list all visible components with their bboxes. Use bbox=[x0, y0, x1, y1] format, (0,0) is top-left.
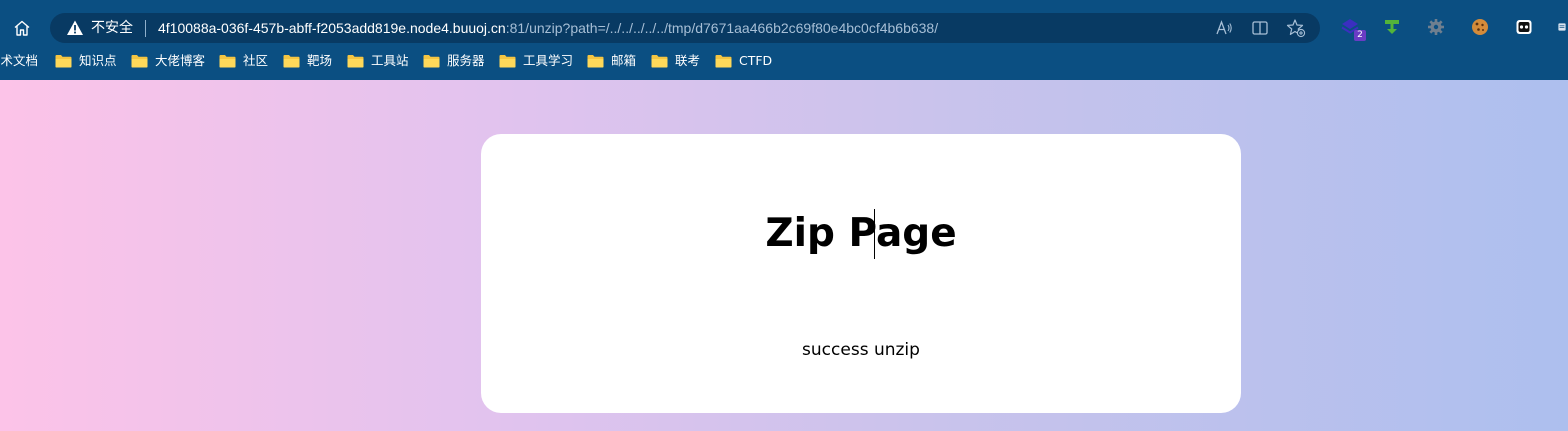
folder-icon bbox=[283, 55, 300, 68]
home-button[interactable] bbox=[8, 14, 36, 42]
folder-icon bbox=[651, 55, 668, 68]
folder-icon bbox=[55, 55, 72, 68]
folder-icon bbox=[499, 55, 516, 68]
stack-extension-button[interactable]: 2 bbox=[1338, 15, 1366, 41]
url-text[interactable]: 4f10088a-036f-457b-abff-f2053add819e.nod… bbox=[158, 19, 938, 37]
add-favorite-button[interactable] bbox=[1286, 18, 1306, 38]
browser-toolbar: 不安全 4f10088a-036f-457b-abff-f2053add819e… bbox=[0, 12, 1568, 44]
bookmark-label: 知识点 bbox=[79, 53, 117, 68]
folder-icon bbox=[587, 55, 604, 68]
bookmark-folder[interactable]: 社区 bbox=[219, 50, 268, 72]
bookmark-label: CTFD bbox=[739, 53, 773, 68]
cookie-extension-icon bbox=[1472, 19, 1488, 35]
folder-icon bbox=[347, 55, 364, 68]
bookmark-folder[interactable]: 联考 bbox=[651, 50, 700, 72]
cookie-extension-button[interactable] bbox=[1468, 15, 1492, 39]
bookmark-label: 工具学习 bbox=[523, 53, 574, 68]
bookmark-label: 社区 bbox=[243, 53, 269, 68]
split-screen-button[interactable] bbox=[1250, 18, 1270, 38]
bookmark-label: 服务器 bbox=[447, 53, 485, 68]
bookmark-label: 工具站 bbox=[371, 53, 409, 68]
bookmarks-bar: 技术文档 知识点 大佬博客 社区 靶场 工具站 服务器 工具学习 bbox=[0, 50, 1568, 72]
folder-icon bbox=[715, 55, 732, 68]
page-title: Zip Page bbox=[765, 211, 957, 256]
bookmark-folder[interactable]: 知识点 bbox=[55, 50, 117, 72]
address-divider bbox=[145, 20, 146, 37]
address-bar[interactable]: 不安全 4f10088a-036f-457b-abff-f2053add819e… bbox=[50, 13, 1320, 43]
bookmark-folder[interactable]: 大佬博客 bbox=[131, 50, 205, 72]
bookmark-folder[interactable]: 工具站 bbox=[347, 50, 409, 72]
robot-extension-button[interactable] bbox=[1512, 15, 1536, 39]
page-background: Zip Page success unzip bbox=[0, 80, 1568, 431]
security-status-label[interactable]: 不安全 bbox=[91, 19, 133, 37]
bookmark-folder[interactable]: 邮箱 bbox=[587, 50, 636, 72]
folder-icon bbox=[131, 55, 148, 68]
folder-icon bbox=[219, 55, 236, 68]
read-aloud-icon bbox=[1216, 20, 1232, 35]
content-card: Zip Page success unzip bbox=[481, 134, 1241, 413]
bookmark-label: 联考 bbox=[675, 53, 701, 68]
extension-badge: 2 bbox=[1354, 30, 1366, 41]
warning-icon[interactable] bbox=[66, 19, 84, 37]
bookmark-folder[interactable]: 靶场 bbox=[283, 50, 332, 72]
text-cursor bbox=[874, 209, 875, 259]
page-extension-icon bbox=[1558, 23, 1566, 31]
url-path: :81/unzip?path=/../../../../../tmp/d7671… bbox=[505, 20, 939, 36]
url-host: 4f10088a-036f-457b-abff-f2053add819e.nod… bbox=[158, 20, 506, 36]
bookmark-folder[interactable]: 工具学习 bbox=[499, 50, 573, 72]
home-icon bbox=[14, 20, 30, 36]
bookmark-label: 技术文档 bbox=[0, 53, 39, 68]
folder-icon bbox=[423, 55, 440, 68]
bookmark-folder[interactable]: 技术文档 bbox=[0, 50, 38, 72]
bookmark-label: 靶场 bbox=[307, 53, 333, 68]
gear-extension-button[interactable] bbox=[1424, 15, 1448, 39]
browser-chrome: 不安全 4f10088a-036f-457b-abff-f2053add819e… bbox=[0, 0, 1568, 80]
status-message: success unzip bbox=[802, 340, 920, 360]
green-download-extension-icon bbox=[1385, 20, 1399, 34]
gear-extension-icon bbox=[1428, 19, 1444, 35]
bookmark-folder[interactable]: 服务器 bbox=[423, 50, 485, 72]
read-aloud-button[interactable] bbox=[1214, 18, 1234, 38]
robot-extension-icon bbox=[1516, 20, 1532, 34]
overflow-extension-button[interactable] bbox=[1556, 15, 1568, 39]
bookmark-label: 邮箱 bbox=[611, 53, 637, 68]
download-extension-button[interactable] bbox=[1380, 15, 1404, 39]
split-screen-icon bbox=[1252, 21, 1268, 35]
bookmark-folder[interactable]: CTFD bbox=[715, 50, 772, 72]
bookmark-label: 大佬博客 bbox=[155, 53, 206, 68]
star-add-icon bbox=[1286, 19, 1306, 38]
